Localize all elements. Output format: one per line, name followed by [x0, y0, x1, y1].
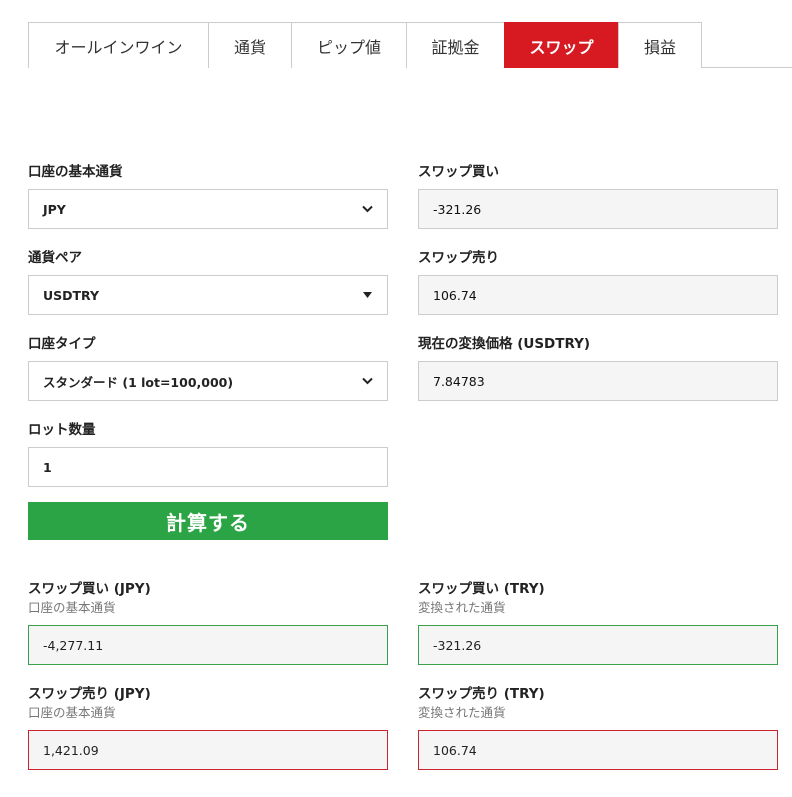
tab-margin[interactable]: 証拠金: [406, 22, 504, 68]
result-swap-sell-quote-value: 106.74: [433, 742, 477, 758]
result-swap-sell-base-value: 1,421.09: [43, 742, 99, 758]
calculator-tabs: オールインワイン 通貨 ピップ値 証拠金 スワップ 損益: [28, 22, 792, 68]
result-swap-sell-quote-field: 106.74: [418, 730, 778, 770]
result-swap-sell-base-field: 1,421.09: [28, 730, 388, 770]
swap-sell-label: スワップ売り: [418, 250, 499, 266]
base-currency-value: JPY: [43, 201, 66, 217]
base-currency-label: 口座の基本通貨: [28, 164, 123, 180]
swap-sell-value: 106.74: [433, 287, 477, 303]
result-swap-sell-quote-label: スワップ売り (TRY): [418, 686, 545, 702]
currency-pair-value: USDTRY: [43, 287, 100, 303]
result-swap-sell-quote-sublabel: 変換された通貨: [418, 705, 506, 720]
swap-buy-field: -321.26: [418, 189, 778, 229]
currency-pair-select[interactable]: USDTRY: [28, 275, 388, 315]
result-swap-buy-quote-field: -321.26: [418, 625, 778, 665]
conversion-rate-label: 現在の変換価格 (USDTRY): [418, 336, 591, 352]
result-swap-buy-base-field: -4,277.11: [28, 625, 388, 665]
swap-buy-value: -321.26: [433, 201, 482, 217]
chevron-down-icon: [361, 203, 373, 215]
result-swap-buy-quote-label: スワップ買い (TRY): [418, 581, 545, 597]
tab-profit-loss[interactable]: 損益: [618, 22, 702, 68]
tab-all-in-one[interactable]: オールインワイン: [28, 22, 208, 68]
tab-currency[interactable]: 通貨: [208, 22, 291, 68]
account-type-label: 口座タイプ: [28, 336, 96, 352]
lot-size-value: 1: [43, 459, 52, 475]
lot-size-input[interactable]: 1: [28, 447, 388, 487]
conversion-rate-value: 7.84783: [433, 373, 485, 389]
tab-pip-value[interactable]: ピップ値: [291, 22, 406, 68]
currency-pair-label: 通貨ペア: [28, 250, 82, 266]
result-swap-buy-base-sublabel: 口座の基本通貨: [28, 600, 116, 615]
base-currency-select[interactable]: JPY: [28, 189, 388, 229]
calculate-button[interactable]: 計算する: [28, 502, 388, 540]
swap-buy-label: スワップ買い: [418, 164, 499, 180]
conversion-rate-field: 7.84783: [418, 361, 778, 401]
lot-size-label: ロット数量: [28, 422, 96, 438]
result-swap-buy-base-value: -4,277.11: [43, 637, 104, 653]
tab-swap[interactable]: スワップ: [504, 22, 618, 68]
result-swap-buy-base-label: スワップ買い (JPY): [28, 581, 151, 597]
result-swap-buy-quote-value: -321.26: [433, 637, 482, 653]
account-type-value: スタンダード (1 lot=100,000): [43, 374, 234, 390]
swap-sell-field: 106.74: [418, 275, 778, 315]
account-type-select[interactable]: スタンダード (1 lot=100,000): [28, 361, 388, 401]
caret-down-icon: [361, 289, 373, 301]
chevron-down-icon: [361, 375, 373, 387]
result-swap-sell-base-label: スワップ売り (JPY): [28, 686, 151, 702]
result-swap-sell-base-sublabel: 口座の基本通貨: [28, 705, 116, 720]
result-swap-buy-quote-sublabel: 変換された通貨: [418, 600, 506, 615]
